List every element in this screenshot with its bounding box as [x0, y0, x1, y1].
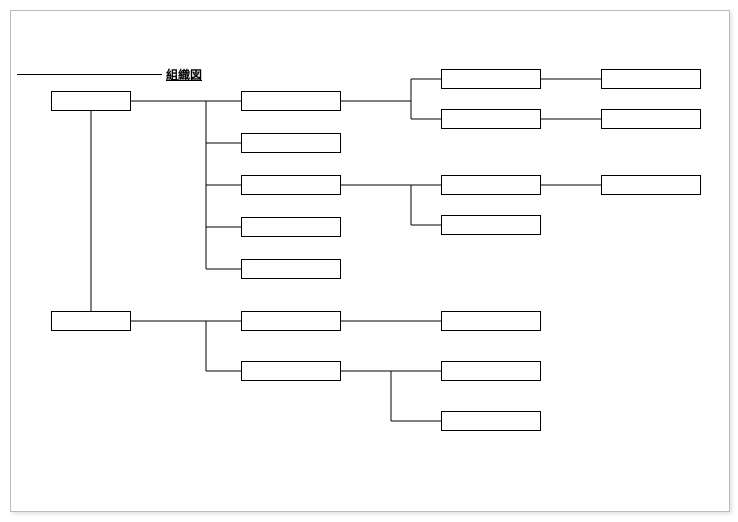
- org-box-e2: [441, 361, 541, 381]
- org-box-root1: [51, 91, 131, 111]
- org-box-root2: [51, 311, 131, 331]
- org-chart-page: 組織図: [10, 10, 730, 512]
- org-box-c2: [601, 109, 701, 129]
- org-box-a5: [241, 259, 341, 279]
- org-box-d2: [241, 361, 341, 381]
- org-box-b3: [441, 175, 541, 195]
- org-box-e3: [441, 411, 541, 431]
- org-box-d1: [241, 311, 341, 331]
- org-box-b4: [441, 215, 541, 235]
- org-box-a4: [241, 217, 341, 237]
- title-rule: [17, 74, 162, 75]
- org-box-a3: [241, 175, 341, 195]
- org-box-c3: [601, 175, 701, 195]
- chart-title: 組織図: [166, 66, 202, 83]
- org-box-e1: [441, 311, 541, 331]
- org-box-c1: [601, 69, 701, 89]
- org-box-b2: [441, 109, 541, 129]
- org-box-a1: [241, 91, 341, 111]
- org-box-a2: [241, 133, 341, 153]
- org-box-b1: [441, 69, 541, 89]
